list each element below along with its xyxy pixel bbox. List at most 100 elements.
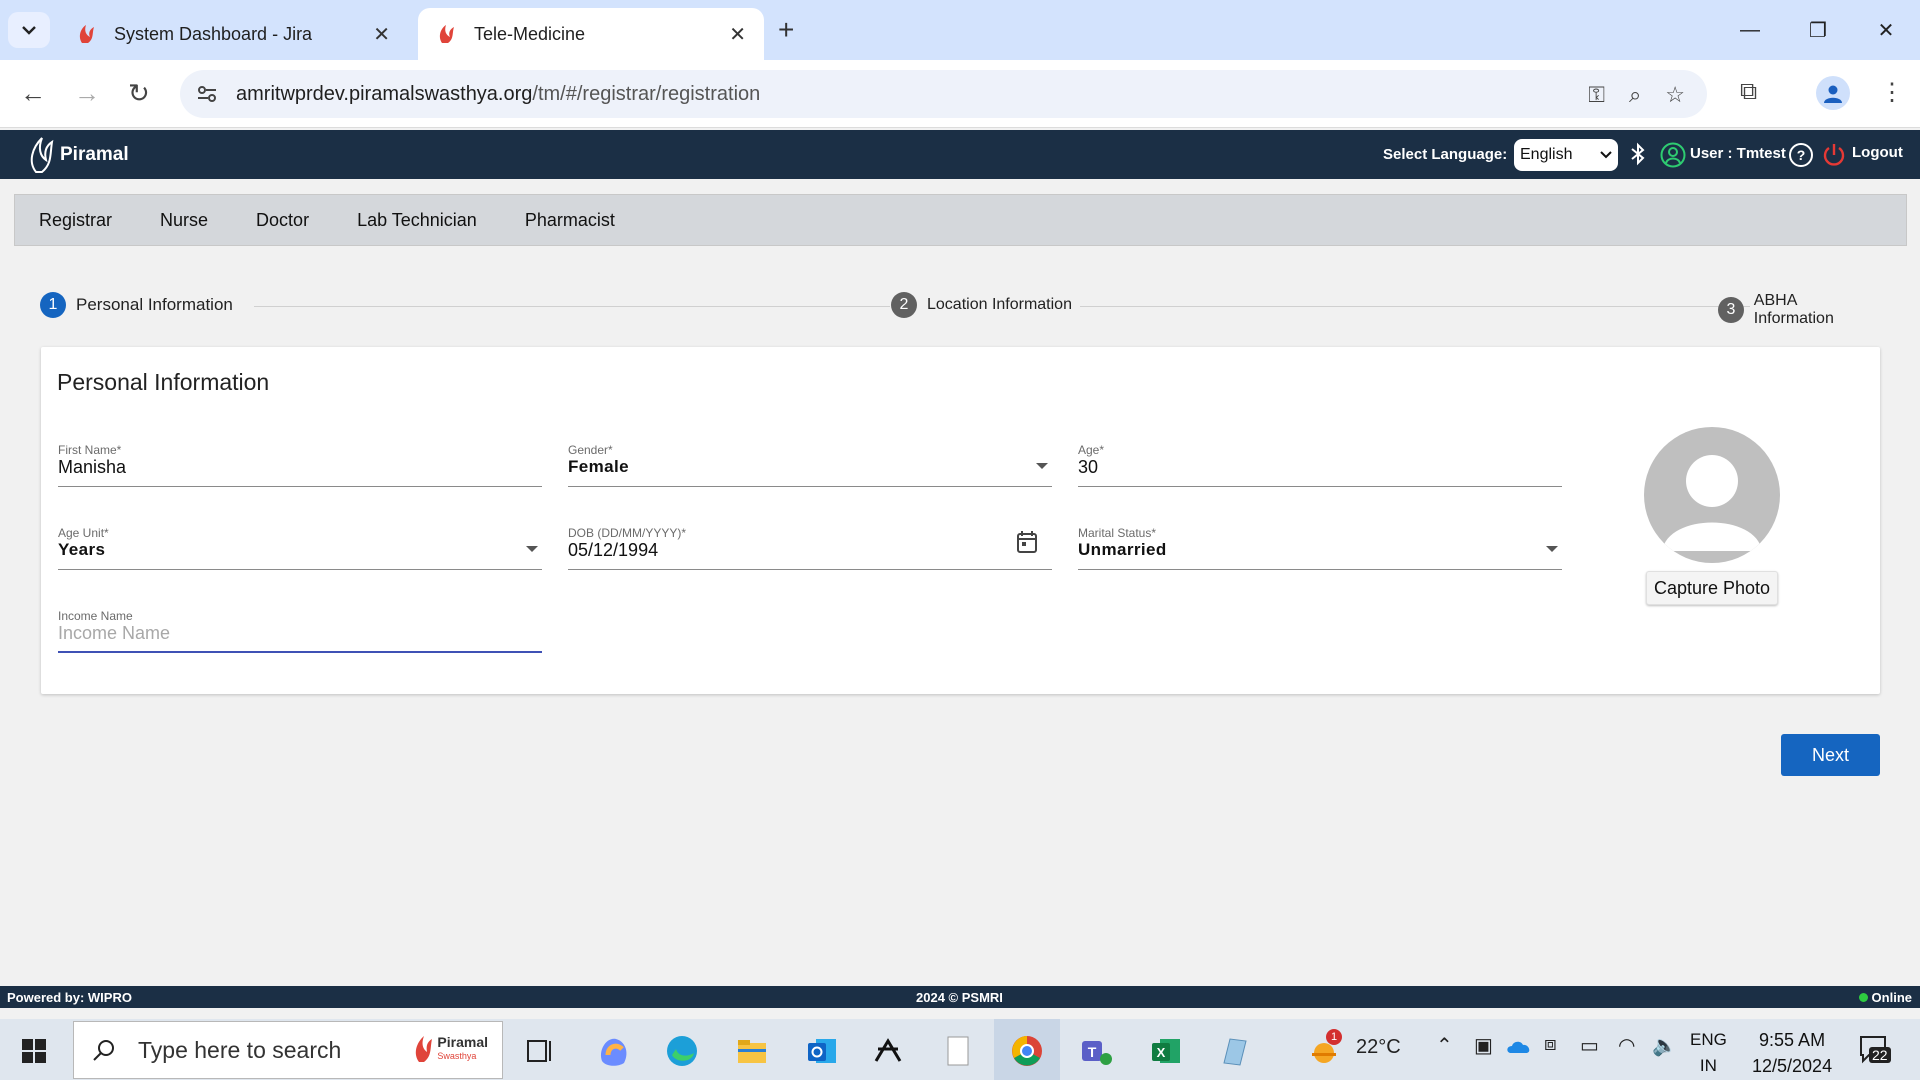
- close-tab-icon[interactable]: ✕: [373, 22, 390, 47]
- weather-temp: 22°C: [1356, 1036, 1401, 1058]
- profile-avatar-icon[interactable]: [1816, 76, 1850, 110]
- notification-center-icon[interactable]: 22: [1857, 1033, 1891, 1065]
- extensions-icon[interactable]: ⧉: [1740, 78, 1757, 106]
- lang-line2: IN: [1699, 1056, 1717, 1075]
- outlook-icon[interactable]: [802, 1031, 842, 1071]
- step-connector: [1080, 306, 1750, 307]
- marital-status-select[interactable]: Marital Status* Unmarried: [1078, 526, 1562, 570]
- gender-select[interactable]: Gender* Female: [568, 443, 1052, 487]
- piramal-logo: Piramal: [28, 136, 129, 174]
- url-text: amritwprdev.piramalswasthya.org/tm/#/reg…: [236, 83, 760, 106]
- income-name-input[interactable]: [58, 623, 542, 644]
- taskbar-search[interactable]: Type here to search Piramal Swasthya: [73, 1021, 503, 1079]
- edge-icon[interactable]: [662, 1031, 702, 1071]
- marital-status-label: Marital Status*: [1078, 526, 1157, 540]
- dob-label: DOB (DD/MM/YYYY)*: [568, 526, 687, 540]
- step-label: Personal Information: [76, 295, 233, 314]
- browser-tab-telemedicine[interactable]: Tele-Medicine ✕: [418, 8, 764, 60]
- menu-item-lab-technician[interactable]: Lab Technician: [333, 210, 501, 231]
- dropdown-caret-icon: [1036, 463, 1048, 469]
- copilot-icon[interactable]: [594, 1031, 634, 1071]
- tab-title: Tele-Medicine: [474, 23, 586, 44]
- menu-item-doctor[interactable]: Doctor: [232, 210, 333, 231]
- income-name-field[interactable]: Income Name: [58, 609, 542, 653]
- dropdown-caret-icon: [526, 546, 538, 552]
- close-tab-icon[interactable]: ✕: [729, 22, 746, 47]
- step-label: Location Information: [927, 296, 1072, 313]
- logout-link[interactable]: Logout: [1852, 144, 1903, 161]
- age-field[interactable]: Age* 30: [1078, 443, 1562, 487]
- browser-tab-jira[interactable]: System Dashboard - Jira ✕: [58, 8, 408, 60]
- snipping-tool-icon[interactable]: [868, 1031, 908, 1071]
- restore-icon[interactable]: ❐: [1784, 0, 1852, 60]
- chevron-down-icon: [22, 26, 36, 35]
- task-view-icon[interactable]: [520, 1031, 560, 1071]
- reload-icon[interactable]: ↻: [128, 78, 150, 109]
- file-explorer-icon[interactable]: [732, 1031, 772, 1071]
- notepad-file-icon[interactable]: [938, 1031, 978, 1071]
- zoom-icon[interactable]: ⌕: [1629, 82, 1641, 108]
- step-personal-information[interactable]: 1 Personal Information: [40, 292, 233, 318]
- search-placeholder: Type here to search: [138, 1036, 342, 1063]
- step-connector: [254, 306, 890, 307]
- system-clock[interactable]: 9:55 AM 12/5/2024: [1752, 1027, 1832, 1079]
- excel-icon[interactable]: X: [1146, 1031, 1186, 1071]
- language-value: English: [1520, 146, 1573, 163]
- bookmark-star-icon[interactable]: ☆: [1665, 82, 1685, 108]
- battery-icon[interactable]: ▭: [1580, 1033, 1599, 1058]
- gender-label: Gender*: [568, 443, 613, 457]
- first-name-field[interactable]: First Name* Manisha: [58, 443, 542, 487]
- url-domain: amritwprdev.piramalswasthya.org: [236, 82, 533, 105]
- tray-chevron-up-icon[interactable]: ⌃: [1436, 1033, 1453, 1058]
- bluetooth-icon[interactable]: [1626, 142, 1650, 166]
- weather-badge: 1: [1326, 1029, 1342, 1045]
- close-window-icon[interactable]: ✕: [1852, 0, 1920, 60]
- meet-icon[interactable]: ▣: [1474, 1033, 1493, 1058]
- help-icon[interactable]: ?: [1788, 142, 1814, 168]
- first-name-value: Manisha: [58, 457, 127, 477]
- generic-app-icon[interactable]: [1214, 1031, 1254, 1071]
- password-key-icon[interactable]: ⚿: [1588, 82, 1605, 108]
- registration-stepper: 1 Personal Information 2 Location Inform…: [40, 292, 1880, 327]
- age-unit-value: Years: [58, 540, 106, 559]
- chrome-icon[interactable]: [1007, 1031, 1047, 1071]
- marital-status-value: Unmarried: [1078, 540, 1167, 559]
- calendar-icon[interactable]: [1016, 530, 1038, 554]
- site-info-icon[interactable]: [196, 83, 218, 105]
- next-button[interactable]: Next: [1781, 734, 1880, 776]
- back-icon[interactable]: ←: [20, 78, 46, 109]
- onedrive-cloud-icon[interactable]: [1506, 1039, 1532, 1055]
- online-status-text: Online: [1871, 990, 1912, 1005]
- menu-kebab-icon[interactable]: ⋮: [1880, 78, 1904, 107]
- tab-title: System Dashboard - Jira: [114, 23, 313, 44]
- dob-field[interactable]: DOB (DD/MM/YYYY)* 05/12/1994: [568, 526, 1052, 570]
- age-unit-select[interactable]: Age Unit* Years: [58, 526, 542, 570]
- forward-icon[interactable]: →: [74, 78, 100, 109]
- online-status: Online: [1858, 990, 1912, 1005]
- new-tab-button[interactable]: +: [778, 14, 794, 46]
- window-controls: — ❐ ✕: [1716, 0, 1920, 60]
- address-bar[interactable]: amritwprdev.piramalswasthya.org/tm/#/reg…: [180, 70, 1707, 118]
- menu-item-registrar[interactable]: Registrar: [15, 210, 136, 231]
- piramal-favicon-icon: [439, 25, 454, 43]
- svg-text:?: ?: [1797, 147, 1806, 163]
- piramal-logo-icon: [30, 137, 54, 173]
- language-select[interactable]: English: [1514, 139, 1618, 171]
- step-location-information[interactable]: 2 Location Information: [891, 292, 1072, 318]
- input-language[interactable]: ENG IN: [1690, 1027, 1727, 1079]
- teams-icon[interactable]: T: [1076, 1031, 1116, 1071]
- minimize-icon[interactable]: —: [1716, 0, 1784, 60]
- piramal-favicon-icon: [79, 25, 94, 43]
- remote-icon[interactable]: ⧈: [1544, 1033, 1557, 1056]
- menu-item-pharmacist[interactable]: Pharmacist: [501, 210, 639, 231]
- menu-item-nurse[interactable]: Nurse: [136, 210, 232, 231]
- capture-photo-button[interactable]: Capture Photo: [1646, 571, 1778, 605]
- volume-icon[interactable]: 🔈: [1652, 1033, 1677, 1058]
- windows-start-icon[interactable]: [22, 1039, 46, 1063]
- power-icon[interactable]: [1822, 142, 1846, 168]
- step-abha-information[interactable]: 3 ABHA Information: [1718, 292, 1880, 328]
- tab-search-button[interactable]: [8, 12, 50, 48]
- wifi-icon[interactable]: ◠: [1618, 1033, 1635, 1058]
- language-label: Select Language:: [1383, 146, 1508, 163]
- step-number: 2: [891, 292, 917, 318]
